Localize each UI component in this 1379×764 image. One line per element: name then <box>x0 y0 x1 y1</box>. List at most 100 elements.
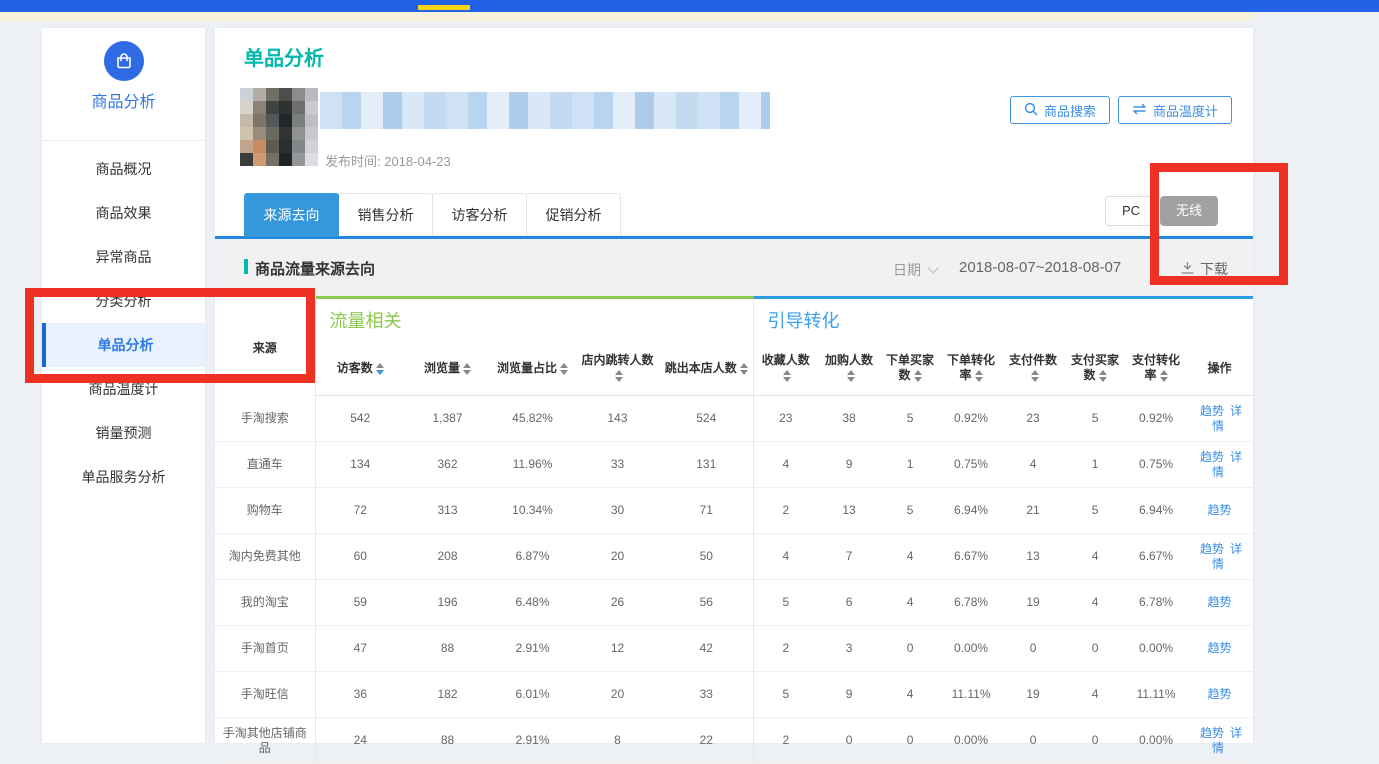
column-header-cart-adds[interactable]: 加购人数 <box>818 342 880 396</box>
metric-cell: 4 <box>1064 534 1126 580</box>
column-header-operations: 操作 <box>1186 342 1253 396</box>
sort-icon[interactable] <box>376 363 384 375</box>
sort-icon[interactable] <box>1160 370 1168 382</box>
sort-icon[interactable] <box>1031 370 1039 382</box>
metric-cell: 0.00% <box>940 718 1002 764</box>
tab-visitor-analysis[interactable]: 访客分析 <box>432 193 527 237</box>
ops-cell: 趋势 <box>1186 580 1253 626</box>
sidebar-header: 商品分析 <box>42 41 205 141</box>
tab-source-destination[interactable]: 来源去向 <box>244 193 339 237</box>
trend-link[interactable]: 趋势 <box>1208 503 1232 517</box>
metric-cell: 72 <box>315 488 405 534</box>
trend-link[interactable]: 趋势 <box>1208 641 1232 655</box>
column-header-paid-buyers[interactable]: 支付买家数 <box>1064 342 1126 396</box>
sidebar-item-sales-forecast[interactable]: 销量预测 <box>42 411 205 455</box>
metric-cell: 88 <box>405 626 490 672</box>
metric-cell: 5 <box>1064 488 1126 534</box>
sort-icon[interactable] <box>740 363 748 375</box>
trend-link[interactable]: 趋势 <box>1200 404 1224 418</box>
metric-cell: 26 <box>575 580 660 626</box>
product-search-button[interactable]: 商品搜索 <box>1010 96 1110 124</box>
sort-icon[interactable] <box>975 370 983 382</box>
conversion-group-header: 引导转化 <box>753 298 1253 342</box>
column-header-store-exits[interactable]: 跳出本店人数 <box>660 342 753 396</box>
metric-cell: 524 <box>660 396 753 442</box>
trend-link[interactable]: 趋势 <box>1200 542 1224 556</box>
metric-cell: 6.78% <box>1126 580 1186 626</box>
source-cell: 手淘其他店铺商品 <box>215 718 315 764</box>
sort-icon[interactable] <box>1099 370 1107 382</box>
metric-cell: 1 <box>1064 442 1126 488</box>
column-header-visitors[interactable]: 访客数 <box>315 342 405 396</box>
sidebar-item-abnormal-products[interactable]: 异常商品 <box>42 235 205 279</box>
source-cell: 直通车 <box>215 442 315 488</box>
sidebar-item-category-analysis[interactable]: 分类分析 <box>42 279 205 323</box>
table-row: 手淘旺信 36182 6.01%20 335 94 11.11%19 411.1… <box>215 672 1253 718</box>
column-header-pageviews[interactable]: 浏览量 <box>405 342 490 396</box>
download-button[interactable]: 下载 <box>1181 259 1228 279</box>
metric-cell: 5 <box>880 488 940 534</box>
sidebar-item-single-product-service[interactable]: 单品服务分析 <box>42 455 205 499</box>
sidebar-item-single-product-analysis[interactable]: 单品分析 <box>42 323 205 367</box>
metric-cell: 60 <box>315 534 405 580</box>
sidebar-item-product-effect[interactable]: 商品效果 <box>42 191 205 235</box>
metric-cell: 0.92% <box>940 396 1002 442</box>
metric-cell: 5 <box>753 672 818 718</box>
source-cell: 手淘首页 <box>215 626 315 672</box>
traffic-group-header: 流量相关 <box>315 298 753 342</box>
metric-cell: 4 <box>880 672 940 718</box>
sidebar-item-product-overview[interactable]: 商品概况 <box>42 147 205 191</box>
metric-cell: 0 <box>1064 718 1126 764</box>
metric-cell: 12 <box>575 626 660 672</box>
metric-cell: 36 <box>315 672 405 718</box>
product-thermometer-button[interactable]: 商品温度计 <box>1118 96 1232 124</box>
metric-cell: 19 <box>1002 580 1064 626</box>
metric-cell: 1 <box>880 442 940 488</box>
metric-cell: 88 <box>405 718 490 764</box>
sidebar-item-product-thermometer[interactable]: 商品温度计 <box>42 367 205 411</box>
metric-cell: 20 <box>575 534 660 580</box>
column-header-paid-items[interactable]: 支付件数 <box>1002 342 1064 396</box>
metric-cell: 33 <box>575 442 660 488</box>
metric-cell: 5 <box>1064 396 1126 442</box>
sort-icon[interactable] <box>463 363 471 375</box>
sort-icon[interactable] <box>783 370 791 382</box>
product-analysis-icon <box>104 41 144 81</box>
metric-cell: 134 <box>315 442 405 488</box>
metric-cell: 7 <box>818 534 880 580</box>
search-icon <box>1024 102 1038 119</box>
metric-cell: 2.91% <box>490 626 575 672</box>
metric-cell: 5 <box>753 580 818 626</box>
metric-cell: 313 <box>405 488 490 534</box>
metric-cell: 0.00% <box>940 626 1002 672</box>
metric-cell: 47 <box>315 626 405 672</box>
column-header-instore-jumps[interactable]: 店内跳转人数 <box>575 342 660 396</box>
date-dropdown[interactable]: 日期 <box>893 260 935 280</box>
column-header-pageview-share[interactable]: 浏览量占比 <box>490 342 575 396</box>
column-header-order-buyers[interactable]: 下单买家数 <box>880 342 940 396</box>
sort-icon[interactable] <box>615 370 623 382</box>
metric-cell: 45.82% <box>490 396 575 442</box>
trend-link[interactable]: 趋势 <box>1208 687 1232 701</box>
metric-cell: 50 <box>660 534 753 580</box>
sort-icon[interactable] <box>560 363 568 375</box>
column-header-order-conversion[interactable]: 下单转化率 <box>940 342 1002 396</box>
sort-icon[interactable] <box>914 370 922 382</box>
metric-cell: 10.34% <box>490 488 575 534</box>
sidebar-menu: 商品概况 商品效果 异常商品 分类分析 单品分析 商品温度计 销量预测 单品服务… <box>42 141 205 499</box>
column-header-favorites[interactable]: 收藏人数 <box>753 342 818 396</box>
trend-link[interactable]: 趋势 <box>1200 726 1224 740</box>
tab-sales-analysis[interactable]: 销售分析 <box>338 193 433 237</box>
trend-link[interactable]: 趋势 <box>1200 450 1224 464</box>
toggle-wireless[interactable]: 无线 <box>1160 196 1218 226</box>
metric-cell: 4 <box>753 442 818 488</box>
sort-icon[interactable] <box>847 370 855 382</box>
metric-cell: 0.92% <box>1126 396 1186 442</box>
column-header-paid-conversion[interactable]: 支付转化率 <box>1126 342 1186 396</box>
toggle-pc[interactable]: PC <box>1105 196 1157 226</box>
tab-promotion-analysis[interactable]: 促销分析 <box>526 193 621 237</box>
date-range-value[interactable]: 2018-08-07~2018-08-07 <box>959 259 1121 276</box>
trend-link[interactable]: 趋势 <box>1208 595 1232 609</box>
metric-cell: 2.91% <box>490 718 575 764</box>
metric-cell: 0 <box>880 718 940 764</box>
